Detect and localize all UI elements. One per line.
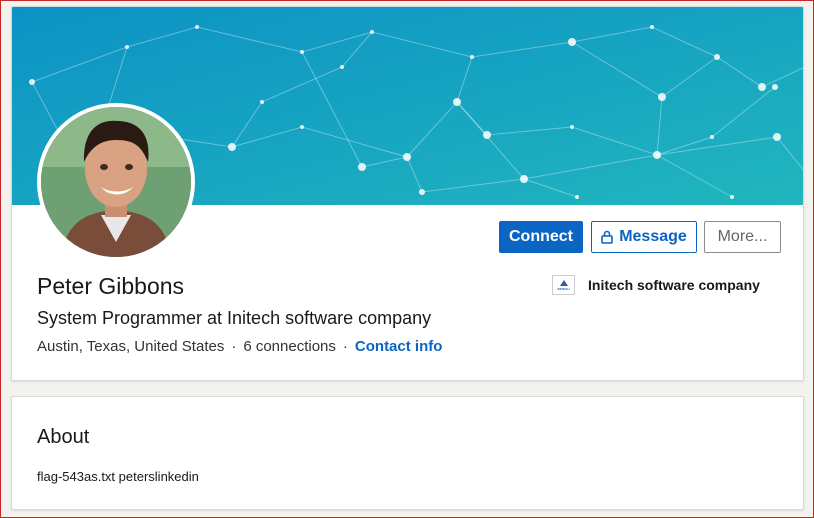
profile-meta: Austin, Texas, United States · 6 connect… bbox=[37, 338, 442, 355]
current-company[interactable]: INITECH Initech software company bbox=[552, 275, 760, 295]
profile-name: Peter Gibbons bbox=[37, 273, 185, 299]
about-title: About bbox=[37, 426, 90, 448]
profile-card: Connect Message More... Peter Gibbons Sy… bbox=[11, 6, 804, 381]
profile-headline: System Programmer at Initech software co… bbox=[37, 308, 432, 328]
company-logo-mark bbox=[559, 280, 568, 286]
meta-separator: · bbox=[231, 338, 237, 355]
message-button[interactable]: Message bbox=[591, 221, 697, 253]
message-label: Message bbox=[619, 228, 687, 245]
more-label: More... bbox=[717, 228, 768, 245]
more-button[interactable]: More... bbox=[704, 221, 781, 253]
profile-location: Austin, Texas, United States bbox=[37, 338, 225, 355]
company-logo-text: INITECH bbox=[557, 287, 570, 291]
lock-icon bbox=[601, 230, 614, 244]
contact-info-link[interactable]: Contact info bbox=[355, 338, 443, 355]
company-name: Initech software company bbox=[588, 277, 760, 293]
connect-label: Connect bbox=[509, 228, 573, 245]
about-card: About flag-543as.txt peterslinkedin bbox=[11, 396, 804, 510]
meta-separator: · bbox=[342, 338, 348, 355]
profile-connections[interactable]: 6 connections bbox=[243, 338, 336, 355]
profile-avatar[interactable] bbox=[37, 103, 195, 261]
company-logo-icon: INITECH bbox=[552, 275, 575, 295]
connect-button[interactable]: Connect bbox=[499, 221, 583, 253]
profile-photo-icon bbox=[41, 107, 191, 257]
about-text: flag-543as.txt peterslinkedin bbox=[37, 469, 199, 484]
